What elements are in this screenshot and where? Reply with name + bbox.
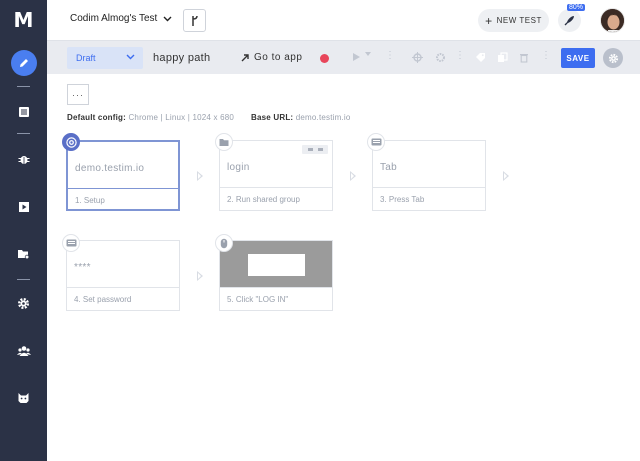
sidebar-item-settings[interactable]	[0, 288, 47, 318]
new-test-button[interactable]: + NEW TEST	[478, 9, 549, 32]
step-card-set-password[interactable]: **** 4. Set password	[66, 240, 180, 311]
pencil-icon	[10, 50, 37, 76]
sidebar-item-bugs[interactable]	[0, 144, 47, 174]
step-card-click-login[interactable]: 5. Click "LOG IN"	[219, 240, 333, 311]
test-settings-button[interactable]	[603, 48, 623, 68]
sidebar-divider	[17, 86, 30, 87]
branch-button[interactable]	[183, 9, 206, 32]
step-card-press-tab[interactable]: Tab 3. Press Tab	[372, 140, 486, 211]
toolbar-divider-dots: ⋮	[385, 50, 395, 61]
mouse-icon	[215, 234, 233, 252]
more-options-button[interactable]: ···	[67, 84, 89, 105]
step-title: Tab	[380, 162, 398, 173]
rocket-button[interactable]	[558, 9, 581, 32]
folder-icon	[215, 133, 233, 151]
chevron-down-icon	[126, 54, 135, 60]
base-url-value[interactable]: demo.testim.io	[296, 113, 351, 122]
save-button[interactable]: SAVE	[561, 48, 595, 68]
settings-small-icon	[436, 53, 445, 62]
status-value: Draft	[76, 53, 96, 63]
sidebar-item-tests[interactable]	[0, 97, 47, 127]
step-arrow	[197, 271, 203, 281]
cat-icon	[18, 393, 29, 403]
folder-settings-icon	[18, 250, 30, 260]
trash-icon	[520, 54, 528, 63]
bug-icon	[18, 156, 29, 164]
team-icon	[16, 346, 31, 356]
keyboard-icon	[367, 133, 385, 151]
toolbar-divider-dots: ⋮	[455, 50, 465, 61]
play-options-button[interactable]	[365, 52, 371, 56]
keyboard-icon	[62, 234, 80, 252]
step-card-shared-group[interactable]: login 2. Run shared group	[219, 140, 333, 211]
sidebar-divider	[17, 279, 30, 280]
plus-icon: +	[485, 13, 493, 28]
project-name: Codim Almog's Test	[70, 13, 158, 24]
config-line: Default config: Chrome | Linux | 1024 x …	[67, 113, 351, 122]
step-arrow	[197, 171, 203, 181]
sidebar-item-team[interactable]	[0, 336, 47, 366]
config-label: Default config:	[67, 113, 126, 122]
list-icon	[18, 107, 29, 117]
project-selector[interactable]: Codim Almog's Test	[70, 13, 172, 24]
testim-logo[interactable]: M	[0, 0, 47, 40]
gear-icon	[17, 297, 30, 309]
group-indicator	[302, 145, 328, 154]
test-name[interactable]: happy path	[153, 52, 210, 64]
gear-icon	[608, 53, 618, 63]
toolbar-divider-dots: ⋮	[541, 50, 551, 61]
branch-icon	[191, 15, 198, 26]
status-dropdown[interactable]: Draft	[67, 47, 143, 69]
go-to-app-link[interactable]: Go to app	[241, 52, 302, 63]
crosshair-icon	[412, 52, 423, 63]
step-card-setup[interactable]: demo.testim.io 1. Setup	[66, 140, 180, 211]
step-label: 4. Set password	[74, 295, 132, 304]
sidebar: M	[0, 0, 47, 461]
properties-button[interactable]	[435, 52, 446, 63]
sidebar-divider	[17, 133, 30, 134]
sidebar-item-support[interactable]	[0, 383, 47, 413]
new-test-label: NEW TEST	[496, 16, 542, 25]
step-arrow	[503, 171, 509, 181]
step-label: 3. Press Tab	[380, 195, 425, 204]
play-icon	[353, 53, 360, 61]
record-button[interactable]	[320, 54, 329, 63]
step-title: login	[227, 162, 250, 173]
play-icon	[18, 202, 29, 212]
step-title: demo.testim.io	[75, 163, 145, 174]
play-button[interactable]	[352, 52, 361, 62]
delete-button[interactable]	[519, 52, 529, 63]
step-label: 2. Run shared group	[227, 195, 300, 204]
go-to-app-label: Go to app	[254, 52, 303, 63]
config-value[interactable]: Chrome | Linux | 1024 x 680	[128, 113, 234, 122]
sidebar-item-editor[interactable]	[0, 48, 47, 78]
chrome-icon	[62, 133, 80, 151]
base-url-label: Base URL:	[251, 113, 294, 122]
usage-badge: 80%	[567, 4, 586, 11]
rocket-icon	[564, 16, 574, 26]
tag-icon	[476, 53, 485, 62]
sidebar-item-runs[interactable]	[0, 192, 47, 222]
debug-button[interactable]	[412, 52, 423, 63]
chevron-down-icon	[163, 16, 172, 21]
step-title: ****	[74, 262, 91, 273]
step-arrow	[350, 171, 356, 181]
copy-button[interactable]	[497, 52, 508, 63]
top-bar: Codim Almog's Test + NEW TEST 80%	[47, 0, 640, 40]
label-button[interactable]	[475, 52, 486, 63]
test-toolbar: Draft happy path Go to app ⋮ ⋮ ⋮ SAVE	[47, 40, 640, 74]
copy-icon	[498, 52, 508, 62]
element-screenshot	[220, 241, 332, 287]
step-label: 5. Click "LOG IN"	[227, 295, 289, 304]
sidebar-item-suites[interactable]	[0, 239, 47, 269]
avatar[interactable]	[600, 8, 625, 33]
arrow-up-right-icon	[241, 53, 249, 61]
step-label: 1. Setup	[75, 196, 105, 205]
caret-down-icon	[365, 52, 371, 56]
